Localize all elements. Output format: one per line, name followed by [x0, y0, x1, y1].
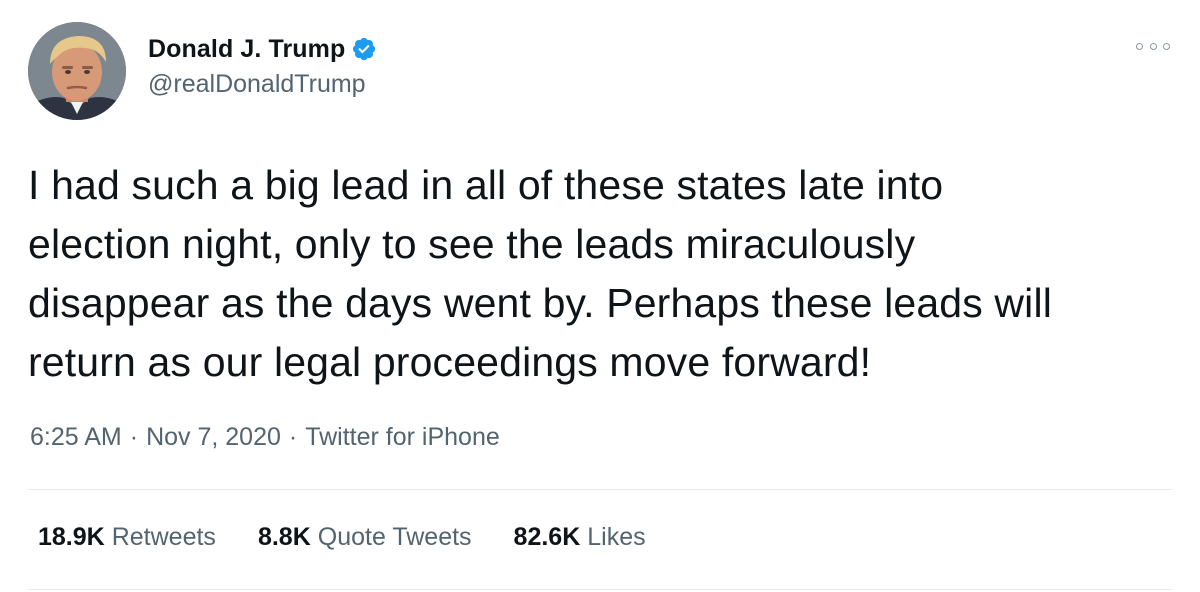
tweet-text: I had such a big lead in all of these st…: [28, 162, 1052, 385]
avatar-photo: [28, 22, 126, 120]
author-handle[interactable]: @realDonaldTrump: [148, 70, 377, 99]
more-dot-icon: [1149, 42, 1157, 50]
more-dot-icon: [1136, 42, 1143, 50]
quote-tweets-label: Quote Tweets: [317, 523, 472, 551]
retweets-count: 18.9K: [38, 523, 105, 551]
author-display-name[interactable]: Donald J. Trump: [148, 35, 345, 64]
tweet-source-link[interactable]: Twitter for iPhone: [305, 423, 500, 452]
more-dot-icon: [1163, 42, 1170, 50]
retweets-stat[interactable]: 18.9K Retweets: [38, 523, 216, 552]
tweet-metadata: 6:25 AM · Nov 7, 2020 · Twitter for iPho…: [30, 423, 500, 452]
author-avatar[interactable]: [28, 22, 126, 120]
tweet-card: Donald J. Trump @realDonaldTrump I had s…: [0, 0, 1200, 592]
likes-count: 82.6K: [513, 523, 581, 551]
retweets-label: Retweets: [111, 523, 216, 551]
display-name-row: Donald J. Trump: [148, 32, 377, 66]
tweet-time-link[interactable]: 6:25 AM: [30, 423, 122, 452]
verified-badge-icon: [351, 36, 377, 62]
engagement-stats: 18.9K Retweets 8.8K Quote Tweets 82.6K L…: [38, 523, 688, 552]
quote-tweets-count: 8.8K: [257, 523, 311, 551]
stats-divider-bottom: [28, 589, 1172, 590]
more-options-icon[interactable]: [1136, 36, 1170, 56]
meta-separator: ·: [288, 423, 298, 451]
quote-tweets-stat[interactable]: 8.8K Quote Tweets: [258, 523, 472, 552]
tweet-date-link[interactable]: Nov 7, 2020: [146, 423, 281, 452]
stats-divider-top: [28, 489, 1172, 490]
meta-separator: ·: [129, 423, 139, 451]
likes-label: Likes: [587, 523, 646, 551]
author-block: Donald J. Trump @realDonaldTrump: [148, 32, 377, 99]
likes-stat[interactable]: 82.6K Likes: [514, 523, 646, 552]
